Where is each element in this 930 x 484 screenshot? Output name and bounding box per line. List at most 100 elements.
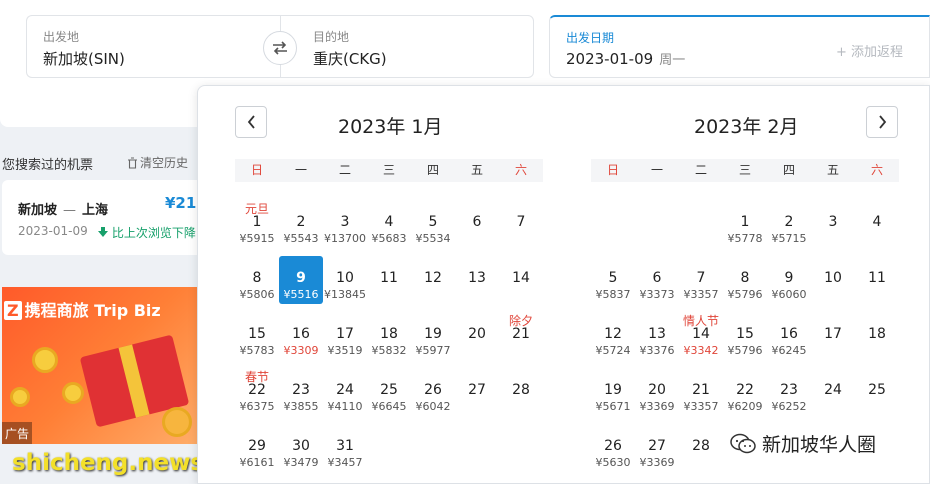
day-number: 8	[252, 270, 262, 286]
day-number: 4	[872, 214, 882, 230]
day-number: 16	[292, 326, 310, 342]
coin-image	[10, 387, 30, 407]
day-number: 12	[604, 326, 622, 342]
calendar-day[interactable]: 10 ¥13845	[323, 256, 367, 304]
day-number: 30	[292, 438, 310, 454]
day-number: 2	[784, 214, 794, 230]
calendar-day[interactable]: 26 ¥6042	[411, 368, 455, 416]
coin-image	[62, 382, 84, 404]
day-number: 21	[512, 326, 530, 342]
date-picker-popup: 2023年 1月 2023年 2月 日 一 二 三 四 五 六 日 一 二 三 …	[197, 85, 930, 484]
day-number: 9	[784, 270, 794, 286]
trash-icon	[128, 156, 137, 169]
departure-date-value: 2023-01-09 周一	[566, 49, 685, 68]
calendar-day[interactable]: 12	[411, 256, 455, 304]
calendar-day[interactable]: 16 ¥6245	[767, 312, 811, 360]
weekday-sat: 六	[514, 163, 527, 177]
day-number: 27	[468, 382, 486, 398]
day-number: 1	[740, 214, 750, 230]
route-dash: —	[63, 203, 77, 218]
day-number: 13	[468, 270, 486, 286]
trip-biz-logo-icon: Z	[4, 301, 22, 320]
date-weekday: 周一	[659, 53, 686, 68]
watermark-right-text: 新加坡华人圈	[762, 434, 877, 456]
watermark-left: shicheng.news	[12, 450, 205, 476]
trip-biz-banner[interactable]: Z 携程商旅 Trip Biz	[2, 287, 202, 444]
calendar-day[interactable]: 2 ¥5715	[767, 200, 811, 248]
departure-date-label: 出发日期	[566, 31, 615, 45]
calendar-day[interactable]: 14	[499, 256, 543, 304]
calendar-day[interactable]: 24	[811, 368, 855, 416]
weekday-mon: 一	[294, 163, 307, 177]
calendar-day[interactable]: 11	[855, 256, 899, 304]
calendar-day[interactable]: 28	[499, 368, 543, 416]
calendar-day[interactable]: 13	[455, 256, 499, 304]
day-number: 7	[516, 214, 526, 230]
day-number: 7	[696, 270, 706, 286]
calendar-day[interactable]: 3	[811, 200, 855, 248]
calendar-day[interactable]: 28	[679, 424, 723, 472]
destination-field[interactable]: 目的地 重庆(CKG)	[280, 15, 534, 78]
weekday-wed: 三	[738, 163, 751, 177]
day-price: ¥5715	[771, 232, 807, 245]
day-price: ¥13845	[324, 288, 366, 301]
calendar-day[interactable]: 6	[455, 200, 499, 248]
swap-icon	[273, 41, 287, 55]
day-number: 28	[692, 438, 710, 454]
coin-image	[32, 347, 58, 373]
day-price: ¥6060	[771, 288, 807, 301]
departure-date-field[interactable]: 出发日期 2023-01-09 周一 + 添加返程	[549, 15, 930, 78]
day-number: 3	[340, 214, 350, 230]
calendar-day[interactable]: 19 ¥5977	[411, 312, 455, 360]
calendar-day[interactable]: 4	[855, 200, 899, 248]
day-number: 10	[824, 270, 842, 286]
clear-history-button[interactable]: 清空历史	[127, 154, 188, 171]
day-number: 10	[336, 270, 354, 286]
day-number: 20	[648, 382, 666, 398]
calendar-day[interactable]: 25	[855, 368, 899, 416]
calendar-day[interactable]: 17	[811, 312, 855, 360]
weekday-thu: 四	[782, 163, 795, 177]
banner-logo-text: Z 携程商旅 Trip Biz	[4, 297, 161, 321]
swap-cities-button[interactable]	[263, 31, 297, 65]
day-number: 9	[296, 270, 306, 286]
calendar-day[interactable]: 7	[499, 200, 543, 248]
calendar-day[interactable]: 11	[367, 256, 411, 304]
calendar-day[interactable]: 9 ¥6060	[767, 256, 811, 304]
weekday-header-feb: 日 一 二 三 四 五 六	[591, 159, 899, 182]
calendar-day[interactable]: 除夕 21	[499, 312, 543, 360]
calendar-day[interactable]: 5 ¥5534	[411, 200, 455, 248]
day-number: 29	[248, 438, 266, 454]
day-number: 16	[780, 326, 798, 342]
coin-image	[162, 407, 192, 437]
calendar-day[interactable]: 23 ¥6252	[767, 368, 811, 416]
gift-ribbon	[118, 344, 150, 418]
day-number: 24	[336, 382, 354, 398]
calendar-day[interactable]: 27	[455, 368, 499, 416]
day-number: 23	[780, 382, 798, 398]
calendar-day[interactable]: 31 ¥3457	[323, 424, 367, 472]
search-history-title: 您搜索过的机票	[2, 158, 94, 173]
day-number: 17	[824, 326, 842, 342]
route-to: 上海	[82, 203, 109, 218]
day-number: 22	[736, 382, 754, 398]
watermark-right: 新加坡华人圈	[730, 430, 876, 457]
wechat-icon	[730, 433, 756, 453]
departure-field[interactable]: 出发地 新加坡(SIN)	[26, 15, 280, 78]
prev-month-button[interactable]	[235, 106, 267, 138]
weekday-sun: 日	[250, 163, 263, 177]
next-month-button[interactable]	[866, 106, 898, 138]
history-date: 2023-01-09	[18, 224, 88, 238]
chevron-right-icon	[878, 115, 886, 129]
weekday-thu: 四	[426, 163, 439, 177]
price-trend: 比上次浏览下降	[98, 224, 196, 241]
calendar-day[interactable]: 18	[855, 312, 899, 360]
chevron-left-icon	[247, 115, 255, 129]
add-return-button[interactable]: + 添加返程	[836, 41, 903, 60]
weekday-fri: 五	[826, 163, 839, 177]
calendar-day[interactable]: 27 ¥3369	[635, 424, 679, 472]
banner-text: 携程商旅 Trip Biz	[24, 301, 161, 320]
day-number: 31	[336, 438, 354, 454]
weekday-tue: 二	[338, 163, 351, 177]
calendar-day[interactable]: 10	[811, 256, 855, 304]
